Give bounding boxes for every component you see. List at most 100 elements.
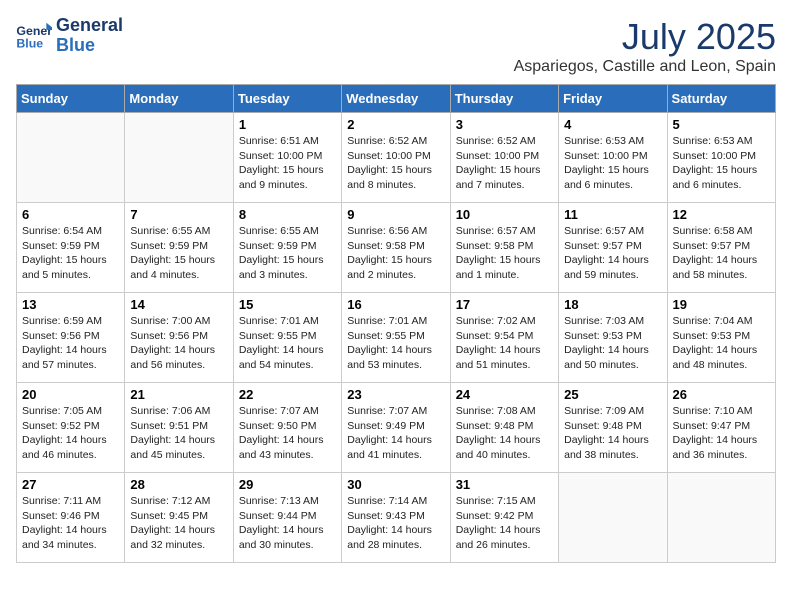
- day-info: Sunrise: 6:56 AM Sunset: 9:58 PM Dayligh…: [347, 224, 444, 283]
- calendar-cell: 7 Sunrise: 6:55 AM Sunset: 9:59 PM Daylig…: [125, 203, 233, 293]
- calendar-cell: 5 Sunrise: 6:53 AM Sunset: 10:00 PM Dayli…: [667, 113, 775, 203]
- weekday-header-sunday: Sunday: [17, 85, 125, 113]
- day-number: 27: [22, 477, 119, 492]
- day-info: Sunrise: 7:06 AM Sunset: 9:51 PM Dayligh…: [130, 404, 227, 463]
- calendar-cell: 29 Sunrise: 7:13 AM Sunset: 9:44 PM Dayli…: [233, 473, 341, 563]
- day-info: Sunrise: 7:04 AM Sunset: 9:53 PM Dayligh…: [673, 314, 770, 373]
- weekday-header-wednesday: Wednesday: [342, 85, 450, 113]
- location-title: Aspariegos, Castille and Leon, Spain: [514, 58, 776, 76]
- calendar-cell: 18 Sunrise: 7:03 AM Sunset: 9:53 PM Dayli…: [559, 293, 667, 383]
- day-number: 9: [347, 207, 444, 222]
- day-info: Sunrise: 7:00 AM Sunset: 9:56 PM Dayligh…: [130, 314, 227, 373]
- calendar-cell: 26Sunrise: 7:10 AM Sunset: 9:47 PM Dayli…: [667, 383, 775, 473]
- day-number: 1: [239, 117, 336, 132]
- day-info: Sunrise: 7:03 AM Sunset: 9:53 PM Dayligh…: [564, 314, 661, 373]
- day-info: Sunrise: 7:05 AM Sunset: 9:52 PM Dayligh…: [22, 404, 119, 463]
- calendar-cell: 6Sunrise: 6:54 AM Sunset: 9:59 PM Daylig…: [17, 203, 125, 293]
- logo: General Blue General Blue: [16, 16, 123, 56]
- week-row-4: 20 Sunrise: 7:05 AM Sunset: 9:52 PM Dayli…: [17, 383, 776, 473]
- day-number: 17: [456, 297, 553, 312]
- day-number: 4: [564, 117, 661, 132]
- calendar-cell: 2Sunrise: 6:52 AM Sunset: 10:00 PM Dayli…: [342, 113, 450, 203]
- day-info: Sunrise: 6:55 AM Sunset: 9:59 PM Dayligh…: [239, 224, 336, 283]
- week-row-3: 13 Sunrise: 6:59 AM Sunset: 9:56 PM Dayli…: [17, 293, 776, 383]
- day-number: 23: [347, 387, 444, 402]
- month-title: July 2025: [514, 16, 776, 58]
- calendar-cell: 1Sunrise: 6:51 AM Sunset: 10:00 PM Dayli…: [233, 113, 341, 203]
- day-number: 5: [673, 117, 770, 132]
- day-info: Sunrise: 6:53 AM Sunset: 10:00 PM Daylig…: [673, 134, 770, 193]
- day-info: Sunrise: 6:52 AM Sunset: 10:00 PM Daylig…: [456, 134, 553, 193]
- day-info: Sunrise: 7:15 AM Sunset: 9:42 PM Dayligh…: [456, 494, 553, 553]
- day-info: Sunrise: 6:59 AM Sunset: 9:56 PM Dayligh…: [22, 314, 119, 373]
- week-row-1: 1Sunrise: 6:51 AM Sunset: 10:00 PM Dayli…: [17, 113, 776, 203]
- day-number: 13: [22, 297, 119, 312]
- logo-text: General Blue: [56, 16, 123, 56]
- day-number: 22: [239, 387, 336, 402]
- day-number: 18: [564, 297, 661, 312]
- day-number: 11: [564, 207, 661, 222]
- calendar-cell: 13 Sunrise: 6:59 AM Sunset: 9:56 PM Dayli…: [17, 293, 125, 383]
- week-row-5: 27Sunrise: 7:11 AM Sunset: 9:46 PM Dayli…: [17, 473, 776, 563]
- calendar-cell: 4 Sunrise: 6:53 AM Sunset: 10:00 PM Dayli…: [559, 113, 667, 203]
- day-info: Sunrise: 7:07 AM Sunset: 9:49 PM Dayligh…: [347, 404, 444, 463]
- day-info: Sunrise: 6:53 AM Sunset: 10:00 PM Daylig…: [564, 134, 661, 193]
- day-number: 16: [347, 297, 444, 312]
- calendar-cell: 8 Sunrise: 6:55 AM Sunset: 9:59 PM Daylig…: [233, 203, 341, 293]
- calendar-cell: 11 Sunrise: 6:57 AM Sunset: 9:57 PM Dayli…: [559, 203, 667, 293]
- weekday-header-thursday: Thursday: [450, 85, 558, 113]
- svg-text:Blue: Blue: [16, 36, 43, 50]
- day-number: 31: [456, 477, 553, 492]
- day-info: Sunrise: 6:54 AM Sunset: 9:59 PM Dayligh…: [22, 224, 119, 283]
- day-number: 25: [564, 387, 661, 402]
- calendar-cell: 25 Sunrise: 7:09 AM Sunset: 9:48 PM Dayli…: [559, 383, 667, 473]
- day-number: 20: [22, 387, 119, 402]
- day-info: Sunrise: 7:08 AM Sunset: 9:48 PM Dayligh…: [456, 404, 553, 463]
- day-info: Sunrise: 7:01 AM Sunset: 9:55 PM Dayligh…: [239, 314, 336, 373]
- day-number: 15: [239, 297, 336, 312]
- day-number: 7: [130, 207, 227, 222]
- calendar-cell: 15 Sunrise: 7:01 AM Sunset: 9:55 PM Dayli…: [233, 293, 341, 383]
- day-info: Sunrise: 7:12 AM Sunset: 9:45 PM Dayligh…: [130, 494, 227, 553]
- calendar-cell: 27Sunrise: 7:11 AM Sunset: 9:46 PM Dayli…: [17, 473, 125, 563]
- calendar-cell: 20 Sunrise: 7:05 AM Sunset: 9:52 PM Dayli…: [17, 383, 125, 473]
- day-number: 2: [347, 117, 444, 132]
- calendar-table: SundayMondayTuesdayWednesdayThursdayFrid…: [16, 84, 776, 563]
- day-info: Sunrise: 7:09 AM Sunset: 9:48 PM Dayligh…: [564, 404, 661, 463]
- day-info: Sunrise: 7:07 AM Sunset: 9:50 PM Dayligh…: [239, 404, 336, 463]
- day-number: 10: [456, 207, 553, 222]
- calendar-cell: 31 Sunrise: 7:15 AM Sunset: 9:42 PM Dayli…: [450, 473, 558, 563]
- day-info: Sunrise: 6:55 AM Sunset: 9:59 PM Dayligh…: [130, 224, 227, 283]
- day-info: Sunrise: 7:13 AM Sunset: 9:44 PM Dayligh…: [239, 494, 336, 553]
- calendar-cell: 24 Sunrise: 7:08 AM Sunset: 9:48 PM Dayli…: [450, 383, 558, 473]
- calendar-cell: 28Sunrise: 7:12 AM Sunset: 9:45 PM Dayli…: [125, 473, 233, 563]
- calendar-cell: [17, 113, 125, 203]
- calendar-cell: 9 Sunrise: 6:56 AM Sunset: 9:58 PM Daylig…: [342, 203, 450, 293]
- day-number: 8: [239, 207, 336, 222]
- day-info: Sunrise: 7:01 AM Sunset: 9:55 PM Dayligh…: [347, 314, 444, 373]
- calendar-cell: 19Sunrise: 7:04 AM Sunset: 9:53 PM Dayli…: [667, 293, 775, 383]
- calendar-cell: 10Sunrise: 6:57 AM Sunset: 9:58 PM Dayli…: [450, 203, 558, 293]
- calendar-cell: 16 Sunrise: 7:01 AM Sunset: 9:55 PM Dayli…: [342, 293, 450, 383]
- day-number: 29: [239, 477, 336, 492]
- day-info: Sunrise: 6:58 AM Sunset: 9:57 PM Dayligh…: [673, 224, 770, 283]
- weekday-header-monday: Monday: [125, 85, 233, 113]
- title-block: July 2025 Aspariegos, Castille and Leon,…: [514, 16, 776, 76]
- calendar-cell: [667, 473, 775, 563]
- day-number: 26: [673, 387, 770, 402]
- day-number: 14: [130, 297, 227, 312]
- day-number: 24: [456, 387, 553, 402]
- calendar-cell: 30Sunrise: 7:14 AM Sunset: 9:43 PM Dayli…: [342, 473, 450, 563]
- weekday-header-tuesday: Tuesday: [233, 85, 341, 113]
- day-number: 12: [673, 207, 770, 222]
- day-info: Sunrise: 7:02 AM Sunset: 9:54 PM Dayligh…: [456, 314, 553, 373]
- weekday-header-friday: Friday: [559, 85, 667, 113]
- calendar-cell: [559, 473, 667, 563]
- calendar-cell: 21 Sunrise: 7:06 AM Sunset: 9:51 PM Dayli…: [125, 383, 233, 473]
- calendar-cell: 3Sunrise: 6:52 AM Sunset: 10:00 PM Dayli…: [450, 113, 558, 203]
- calendar-cell: 17 Sunrise: 7:02 AM Sunset: 9:54 PM Dayli…: [450, 293, 558, 383]
- day-info: Sunrise: 6:57 AM Sunset: 9:57 PM Dayligh…: [564, 224, 661, 283]
- weekday-header-row: SundayMondayTuesdayWednesdayThursdayFrid…: [17, 85, 776, 113]
- day-number: 21: [130, 387, 227, 402]
- calendar-cell: 22 Sunrise: 7:07 AM Sunset: 9:50 PM Dayli…: [233, 383, 341, 473]
